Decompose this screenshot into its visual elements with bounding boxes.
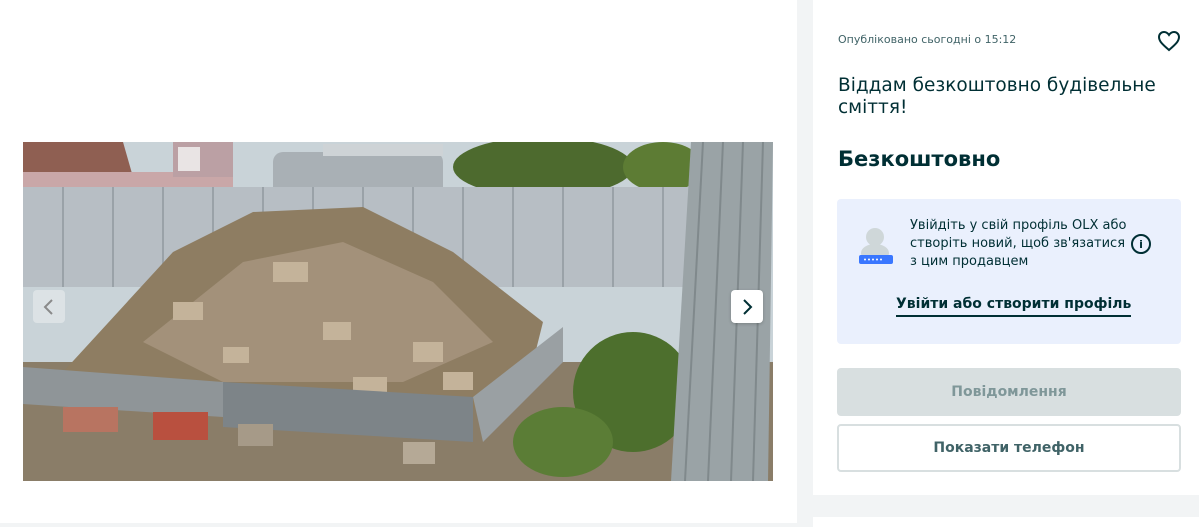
chevron-right-icon [743, 298, 753, 315]
listing-price: Безкоштовно [838, 147, 1001, 171]
previous-photo-button[interactable] [33, 290, 65, 323]
chevron-left-icon [43, 298, 53, 315]
login-prompt-text: Увійдіть у свій профіль OLX або створіть… [910, 218, 1127, 269]
next-photo-button[interactable] [731, 290, 763, 323]
published-date: Опубліковано сьогодні о 15:12 [838, 33, 1017, 46]
favorite-button[interactable] [1156, 28, 1182, 54]
show-phone-button[interactable]: Показати телефон [837, 424, 1181, 472]
next-card [813, 517, 1199, 527]
login-prompt-box: Увійдіть у свій профіль OLX або створіть… [837, 199, 1181, 344]
listing-summary-card: Опубліковано сьогодні о 15:12 Віддам без… [813, 0, 1199, 495]
photo-gallery [0, 0, 797, 523]
listing-photo[interactable] [23, 142, 773, 481]
login-or-register-link[interactable]: Увійти або створити профіль [896, 296, 1132, 317]
info-icon[interactable]: i [1131, 234, 1151, 254]
listing-title: Віддам безкоштовно будівельне сміття! [838, 75, 1156, 118]
heart-icon [1157, 30, 1181, 52]
profile-illustration-icon [859, 228, 893, 264]
rubble-photo-illustration [23, 142, 773, 481]
message-button[interactable]: Повідомлення [837, 368, 1181, 416]
